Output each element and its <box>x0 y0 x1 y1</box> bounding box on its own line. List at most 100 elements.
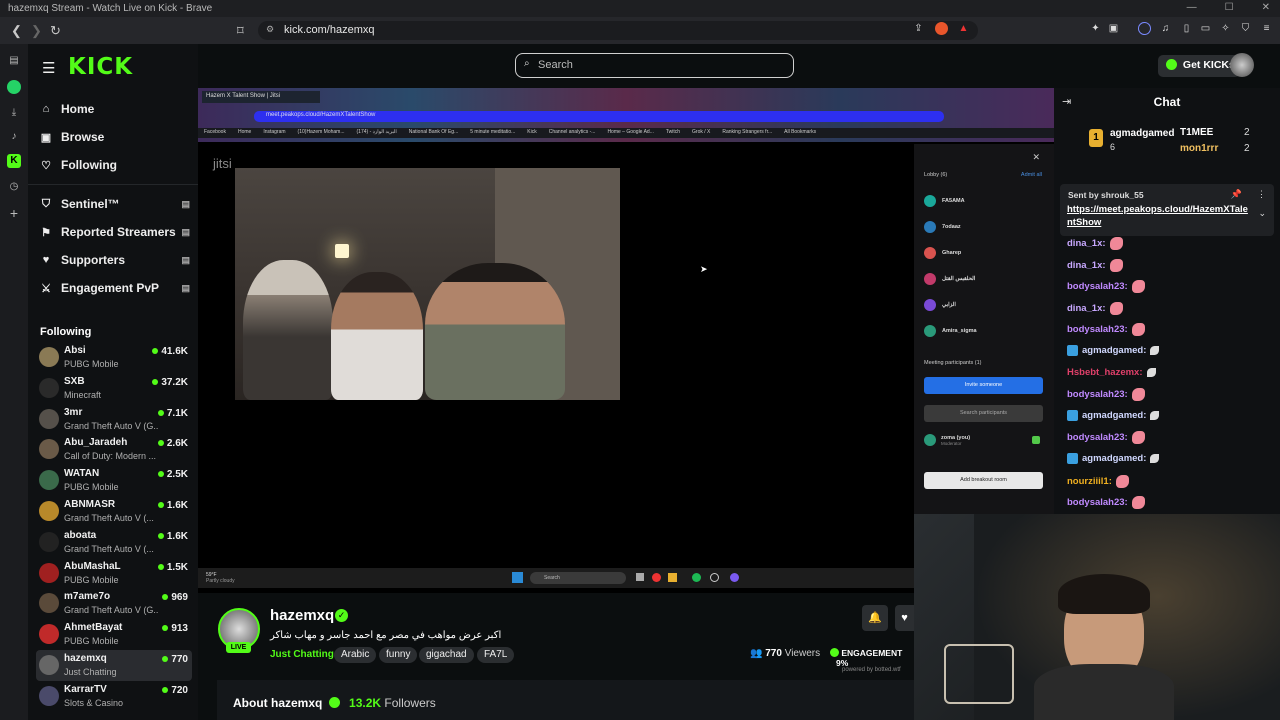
external-link-icon[interactable]: ▤ <box>181 227 190 238</box>
nav-reported-label: Reported Streamers <box>61 225 176 239</box>
address-bar[interactable]: ⚙ kick.com/hazemxq <box>258 21 978 40</box>
downloads-icon[interactable]: ⤓ <box>7 106 21 120</box>
minimize-icon[interactable]: — <box>1187 2 1197 13</box>
following-channel[interactable]: hazemxq Just Chatting 770 <box>36 650 192 681</box>
nav-reported-streamers[interactable]: ⚑ Reported Streamers ▤ <box>40 225 190 239</box>
following-channel[interactable]: ABNMASR Grand Theft Auto V (... 1.6K <box>36 496 192 527</box>
tag-funny[interactable]: funny <box>379 647 418 663</box>
follow-heart-button[interactable]: ♥ <box>895 605 914 631</box>
chat-username[interactable]: bodysalah23: <box>1067 497 1128 508</box>
following-channel[interactable]: KarrarTV Slots & Casino 720 <box>36 681 192 712</box>
chat-username[interactable]: agmadgamed: <box>1082 453 1146 464</box>
chat-username[interactable]: agmadgamed: <box>1082 345 1146 356</box>
sidebar-toggle-icon[interactable]: ▯ <box>1180 22 1193 35</box>
emote-icon <box>1131 388 1145 402</box>
shield-icon[interactable]: ⛉ <box>1239 22 1252 35</box>
chat-message: agmadgamed: <box>1067 453 1160 464</box>
reload-icon[interactable]: ↻ <box>50 23 61 39</box>
pin-icon[interactable]: 📌 <box>1231 189 1242 200</box>
stream-category[interactable]: Just Chatting <box>270 649 334 660</box>
channel-category: Grand Theft Auto V (... <box>64 513 154 523</box>
vpn-icon[interactable] <box>1138 22 1151 35</box>
following-channel[interactable]: aboata Grand Theft Auto V (... 1.6K <box>36 527 192 558</box>
search-participants-input[interactable]: Search participants <box>924 405 1043 422</box>
tag-gigachad[interactable]: gigachad <box>419 647 474 663</box>
menu-icon[interactable]: ≡ <box>1260 22 1273 35</box>
forward-icon[interactable]: ❯ <box>31 23 42 39</box>
back-icon[interactable]: ❮ <box>11 23 22 39</box>
nav-supporters[interactable]: ♥ Supporters ▤ <box>40 253 190 267</box>
external-link-icon[interactable]: ▤ <box>181 283 190 294</box>
chat-username[interactable]: dina_1x: <box>1067 238 1106 249</box>
admit-all-link[interactable]: Admit all <box>1021 172 1042 178</box>
close-window-icon[interactable]: ✕ <box>1262 2 1270 13</box>
close-panel-icon[interactable]: ✕ <box>1032 152 1040 163</box>
lobby-person[interactable]: الزابي <box>924 299 956 311</box>
nav-engagement-pvp[interactable]: ⚔ Engagement PvP ▤ <box>40 281 190 295</box>
user-avatar[interactable] <box>1230 53 1254 77</box>
add-panel-icon[interactable]: + <box>7 206 21 220</box>
chat-username[interactable]: bodysalah23: <box>1067 324 1128 335</box>
kick-logo[interactable]: KICK <box>68 54 133 80</box>
add-breakout-room-button[interactable]: Add breakout room <box>924 472 1043 489</box>
tag-arabic[interactable]: Arabic <box>334 647 377 663</box>
share-icon[interactable]: ⇪ <box>912 22 925 35</box>
chat-username[interactable]: Hsbebt_hazemx: <box>1067 367 1143 378</box>
external-link-icon[interactable]: ▤ <box>181 199 190 210</box>
nav-following[interactable]: ♡ Following <box>40 158 190 172</box>
nav-home[interactable]: ⌂ Home <box>40 102 190 116</box>
get-kicks-button[interactable]: Get KICKs <box>1158 55 1240 77</box>
tag-fa7l[interactable]: FA7L <box>477 647 515 663</box>
lobby-person[interactable]: 7odaaz <box>924 221 961 233</box>
following-channel[interactable]: SXB Minecraft 37.2K <box>36 373 192 404</box>
powered-by[interactable]: powered by botted.wtf <box>842 667 901 673</box>
kick-icon[interactable]: K <box>7 154 21 168</box>
invite-someone-button[interactable]: Invite someone <box>924 377 1043 394</box>
lobby-person[interactable]: الحلقبس القتل <box>924 273 975 285</box>
chat-username[interactable]: dina_1x: <box>1067 303 1106 314</box>
following-channel[interactable]: Absi PUBG Mobile 41.6K <box>36 342 192 373</box>
following-channel[interactable]: WATAN PUBG Mobile 2.5K <box>36 465 192 496</box>
pinned-link[interactable]: https://meet.peakops.cloud/HazemXTalentS… <box>1067 203 1252 229</box>
expand-pinned-icon[interactable]: ⌄ <box>1258 208 1266 219</box>
more-options-icon[interactable]: ⋮ <box>1257 189 1266 200</box>
bookmark-icon[interactable]: ⌑ <box>237 23 244 39</box>
whatsapp-icon[interactable] <box>7 80 21 94</box>
chat-username[interactable]: bodysalah23: <box>1067 389 1128 400</box>
extensions-icon[interactable]: ✦ <box>1089 22 1102 35</box>
streamer-name[interactable]: hazemxq <box>270 607 334 624</box>
leo-icon[interactable]: ✧ <box>1219 22 1232 35</box>
emote-icon <box>1109 301 1123 315</box>
external-link-icon[interactable]: ▤ <box>181 255 190 266</box>
sidebar-panel-icon[interactable]: ▤ <box>7 54 21 68</box>
following-channel[interactable]: AbuMashaL PUBG Mobile 1.5K <box>36 558 192 589</box>
hamburger-menu-icon[interactable]: ☰ <box>42 59 55 77</box>
screenshot-icon[interactable]: ▣ <box>1107 22 1120 35</box>
notification-bell-button[interactable]: 🔔 <box>862 605 888 631</box>
lobby-person[interactable]: Amira_sigma <box>924 325 977 337</box>
channel-name: Absi <box>64 345 86 356</box>
following-channel[interactable]: AhmetBayat PUBG Mobile 913 <box>36 619 192 650</box>
following-channel[interactable]: Abu_Jaradeh Call of Duty: Modern ... 2.6K <box>36 434 192 465</box>
music-icon[interactable]: ♫ <box>1159 22 1172 35</box>
wallet-icon[interactable]: ▭ <box>1199 22 1212 35</box>
maximize-icon[interactable]: ☐ <box>1225 2 1234 13</box>
webcam-overlay <box>914 514 1280 720</box>
search-input[interactable]: ⌕ Search <box>515 53 794 78</box>
following-channel[interactable]: 3mr Grand Theft Auto V (G... 7.1K <box>36 404 192 435</box>
chat-username[interactable]: agmadgamed: <box>1082 410 1146 421</box>
lobby-person[interactable]: Gharep <box>924 247 961 259</box>
nav-sentinel[interactable]: ⛉ Sentinel™ ▤ <box>40 197 190 211</box>
chat-username[interactable]: dina_1x: <box>1067 260 1106 271</box>
following-channel[interactable]: m7ame7o Grand Theft Auto V (G... 969 <box>36 588 192 619</box>
lobby-person[interactable]: FA5AMA <box>924 195 965 207</box>
site-info-icon[interactable]: ⚙ <box>266 24 274 35</box>
chat-username[interactable]: nourziiil1: <box>1067 476 1112 487</box>
brave-rewards-icon[interactable]: ▲ <box>957 22 970 35</box>
nav-browse[interactable]: ▣ Browse <box>40 130 190 144</box>
chat-username[interactable]: bodysalah23: <box>1067 281 1128 292</box>
chat-username[interactable]: bodysalah23: <box>1067 432 1128 443</box>
tiktok-icon[interactable]: ♪ <box>7 130 21 144</box>
history-icon[interactable]: ◷ <box>7 180 21 194</box>
brave-shields-icon[interactable] <box>935 22 948 35</box>
